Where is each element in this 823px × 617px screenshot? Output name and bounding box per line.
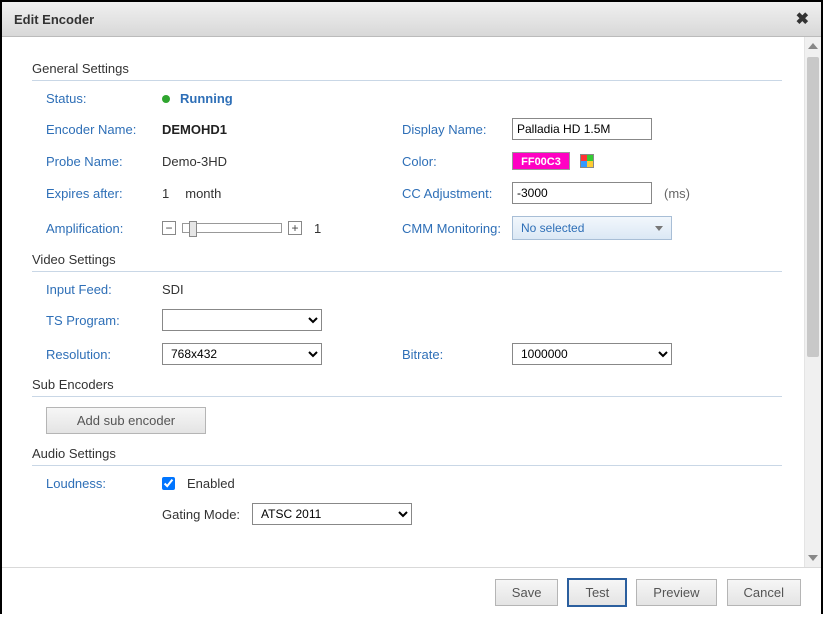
label-probe-name: Probe Name: <box>32 154 162 169</box>
amplification-value: 1 <box>314 221 321 236</box>
chevron-down-icon <box>655 226 663 231</box>
probe-name-value: Demo-3HD <box>162 154 227 169</box>
bitrate-select[interactable]: 1000000 <box>512 343 672 365</box>
dialog-content: General Settings Status: Running Encoder… <box>2 37 804 567</box>
ts-program-select[interactable] <box>162 309 322 331</box>
status-value: Running <box>180 91 233 106</box>
cmm-select-value: No selected <box>521 221 584 235</box>
gating-select[interactable]: ATSC 2011 <box>252 503 412 525</box>
dialog-footer: Save Test Preview Cancel <box>2 567 821 617</box>
cancel-button[interactable]: Cancel <box>727 579 801 606</box>
cmm-select[interactable]: No selected <box>512 216 672 240</box>
label-input-feed: Input Feed: <box>32 282 162 297</box>
section-general-title: General Settings <box>32 61 782 80</box>
label-amplification: Amplification: <box>32 221 162 236</box>
label-encoder-name: Encoder Name: <box>32 122 162 137</box>
label-resolution: Resolution: <box>32 347 162 362</box>
label-cmm: CMM Monitoring: <box>362 221 512 236</box>
dialog-title: Edit Encoder <box>14 12 94 27</box>
label-ts-program: TS Program: <box>32 313 162 328</box>
section-video-title: Video Settings <box>32 252 782 271</box>
input-feed-value: SDI <box>162 282 184 297</box>
loudness-checkbox[interactable] <box>162 477 175 490</box>
label-status: Status: <box>32 91 162 106</box>
label-bitrate: Bitrate: <box>362 347 512 362</box>
close-icon[interactable]: ✖ <box>796 9 809 29</box>
label-color: Color: <box>362 154 512 169</box>
display-name-input[interactable] <box>512 118 652 140</box>
status-indicator-icon <box>162 95 170 103</box>
expires-unit: month <box>185 186 221 201</box>
section-sub-title: Sub Encoders <box>32 377 782 396</box>
amplification-slider[interactable] <box>182 223 282 233</box>
add-sub-encoder-button[interactable]: Add sub encoder <box>46 407 206 434</box>
cc-adjust-input[interactable] <box>512 182 652 204</box>
divider <box>32 80 782 81</box>
scroll-up-icon[interactable] <box>808 43 818 49</box>
label-expires: Expires after: <box>32 186 162 201</box>
color-picker-icon[interactable] <box>580 154 594 168</box>
label-gating: Gating Mode: <box>162 507 240 522</box>
divider <box>32 396 782 397</box>
scrollbar[interactable] <box>804 37 821 567</box>
cc-unit: (ms) <box>664 186 690 201</box>
encoder-name-value: DEMOHD1 <box>162 122 227 137</box>
label-loudness: Loudness: <box>32 476 162 491</box>
expires-number: 1 <box>162 186 169 201</box>
divider <box>32 465 782 466</box>
color-swatch: FF00C3 <box>512 152 570 170</box>
label-display-name: Display Name: <box>362 122 512 137</box>
save-button[interactable]: Save <box>495 579 559 606</box>
preview-button[interactable]: Preview <box>636 579 716 606</box>
scroll-down-icon[interactable] <box>808 555 818 561</box>
resolution-select[interactable]: 768x432 <box>162 343 322 365</box>
test-button[interactable]: Test <box>568 579 626 606</box>
amplification-increase-button[interactable]: + <box>288 221 302 235</box>
divider <box>32 271 782 272</box>
scroll-thumb[interactable] <box>807 57 819 357</box>
section-audio-title: Audio Settings <box>32 446 782 465</box>
amplification-decrease-button[interactable]: − <box>162 221 176 235</box>
label-cc-adjust: CC Adjustment: <box>362 186 512 201</box>
loudness-enabled-label: Enabled <box>187 476 235 491</box>
